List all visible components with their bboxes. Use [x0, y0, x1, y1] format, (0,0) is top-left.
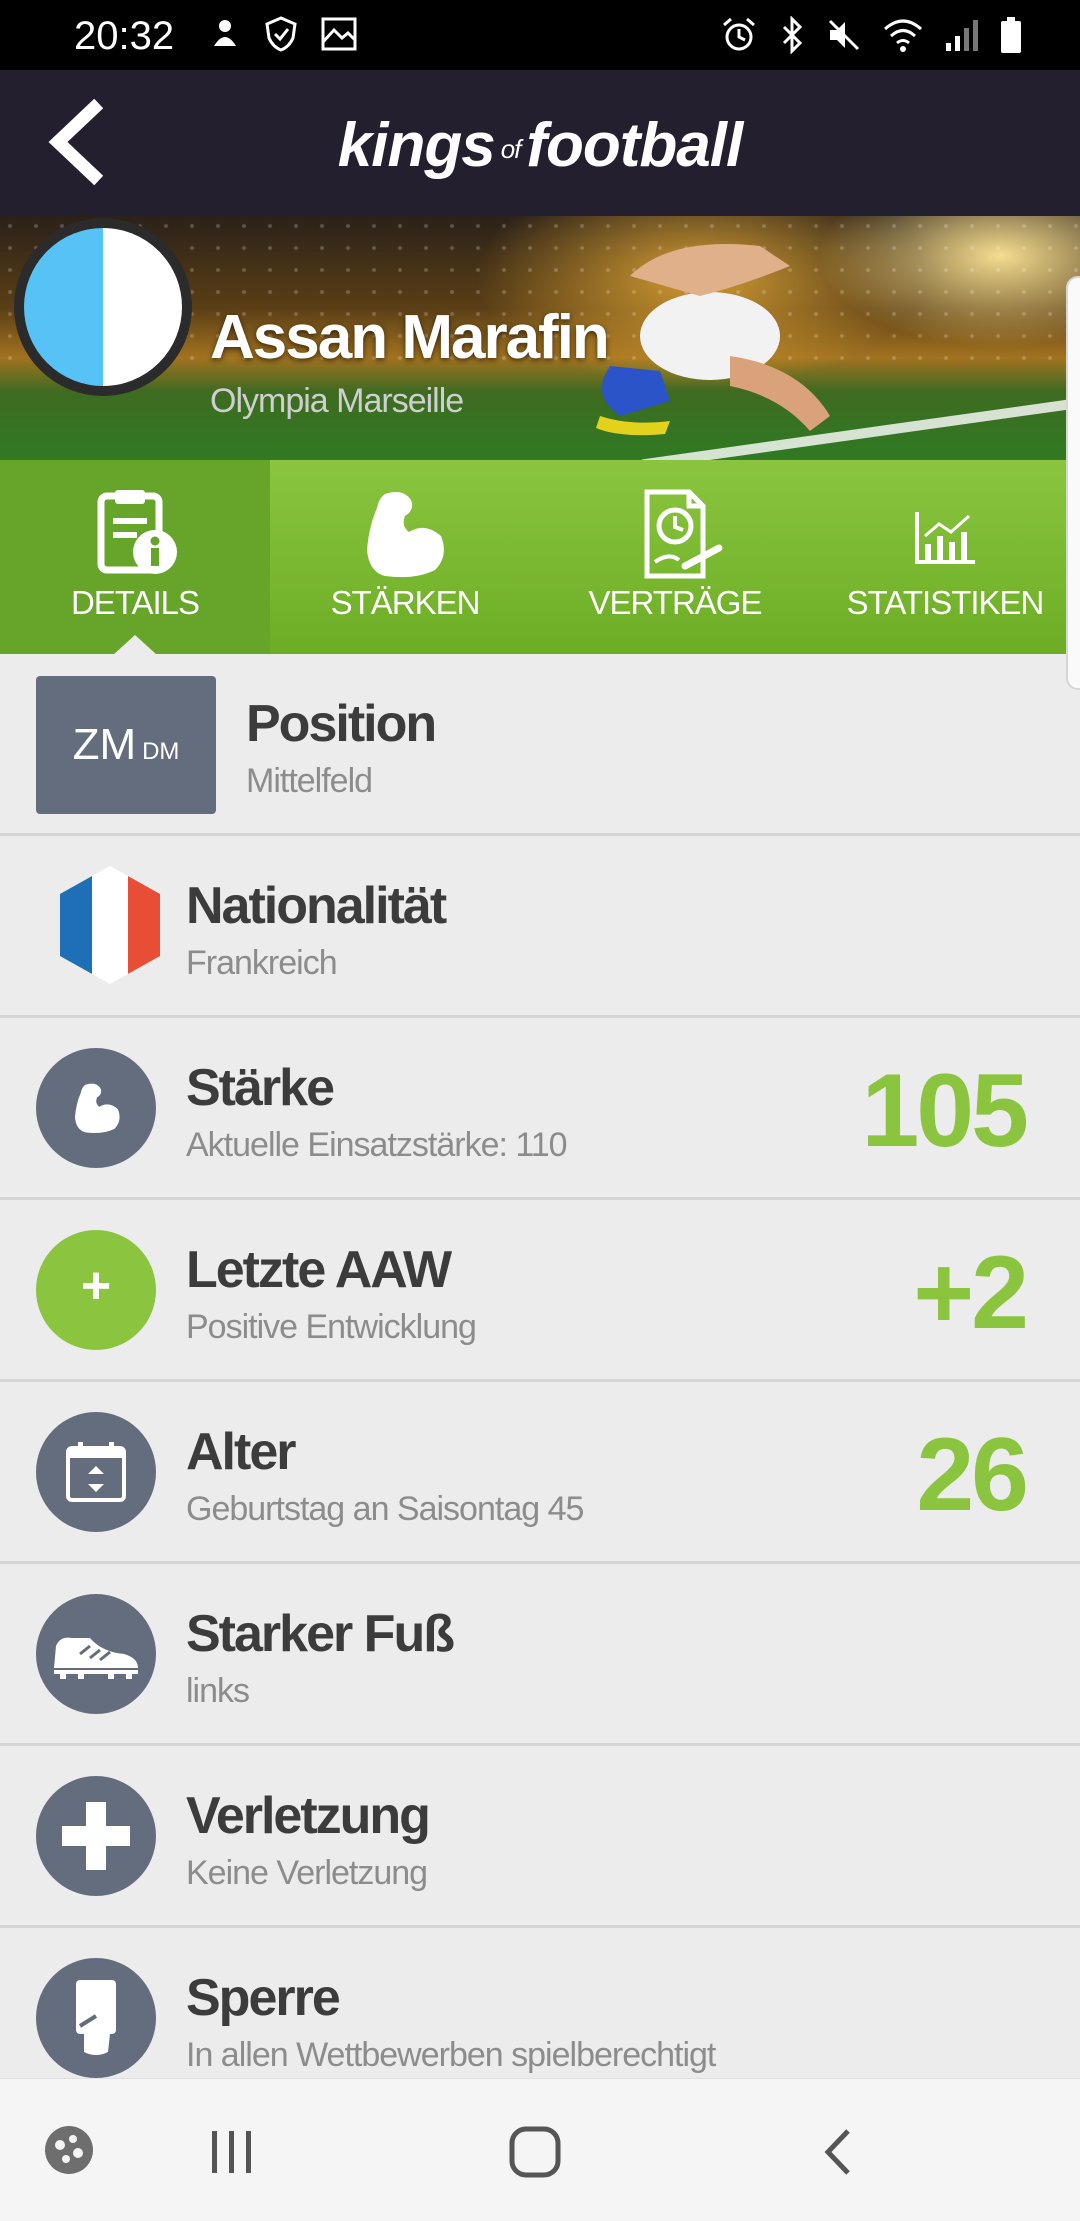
system-back-button[interactable] — [818, 2127, 858, 2182]
strength-title: Stärke — [186, 1059, 335, 1117]
list-item-strength[interactable]: Stärke Aktuelle Einsatzstärke: 110 105 — [0, 1018, 1080, 1200]
age-title: Alter — [186, 1423, 296, 1481]
tab-details[interactable]: DETAILS — [0, 460, 270, 655]
list-item-last-aaw[interactable]: + Letzte AAW Positive Entwicklung +2 — [0, 1200, 1080, 1382]
tab-staerken[interactable]: STÄRKEN — [270, 460, 540, 654]
shield-icon — [265, 16, 297, 52]
strong-foot-title: Starker Fuß — [186, 1605, 455, 1663]
position-badge: ZM DM — [36, 676, 216, 814]
nationality-subtitle: Frankreich — [186, 944, 338, 982]
strength-subtitle: Aktuelle Einsatzstärke: 110 — [186, 1126, 568, 1164]
tab-details-label: DETAILS — [70, 584, 200, 621]
gallery-icon — [321, 17, 357, 51]
position-title: Position — [246, 695, 437, 753]
alarm-icon — [723, 17, 755, 51]
side-scroll-handle[interactable] — [1066, 276, 1080, 690]
france-flag-icon — [60, 866, 160, 984]
strong-foot-subtitle: links — [186, 1672, 250, 1710]
player-name: Assan Marafin — [210, 303, 610, 372]
card-icon — [76, 1980, 116, 2055]
player-details-list: ZM DM Position Mittelfeld Nationalität Fr… — [0, 654, 1080, 2110]
age-value: 26 — [916, 1417, 1029, 1533]
nationality-title: Nationalität — [186, 877, 447, 935]
last-aaw-title: Letzte AAW — [186, 1241, 452, 1299]
ban-subtitle: In allen Wettbewerben spielberechtigt — [186, 2036, 716, 2074]
list-item-age[interactable]: Alter Geburtstag an Saisontag 45 26 — [0, 1382, 1080, 1564]
system-nav-bar — [0, 2078, 1080, 2221]
notification-icon — [214, 20, 236, 46]
details-icon — [97, 490, 177, 574]
wifi-icon — [884, 19, 922, 52]
back-icon — [824, 2129, 850, 2175]
calendar-icon — [66, 1442, 126, 1502]
home-icon — [509, 2126, 561, 2178]
bluetooth-icon — [782, 16, 803, 54]
ban-title: Sperre — [186, 1969, 341, 2027]
last-aaw-subtitle: Positive Entwicklung — [186, 1308, 477, 1346]
list-item-position[interactable]: ZM DM Position Mittelfeld — [0, 654, 1080, 836]
mute-icon — [828, 19, 860, 51]
recent-apps-button[interactable] — [208, 2129, 256, 2180]
game-launcher-icon — [45, 2126, 93, 2174]
tab-vertraege[interactable]: VERTRÄGE — [540, 460, 810, 654]
position-subtitle: Mittelfeld — [246, 762, 373, 800]
status-time: 20:32 — [74, 14, 175, 58]
statistics-icon — [915, 512, 975, 564]
muscle-icon — [74, 1083, 120, 1134]
muscle-icon — [367, 492, 444, 578]
tab-vertraege-label: VERTRÄGE — [588, 584, 763, 621]
list-item-strong-foot[interactable]: Starker Fuß links — [0, 1564, 1080, 1746]
player-club: Olympia Marseille — [210, 382, 464, 420]
list-item-nationality[interactable]: Nationalität Frankreich — [0, 836, 1080, 1018]
app-header: kings offootball — [0, 70, 1080, 216]
age-subtitle: Geburtstag an Saisontag 45 — [186, 1490, 584, 1528]
tab-statistiken[interactable]: STATISTIKEN — [810, 460, 1080, 654]
kings-of-football-logo: kings offootball — [337, 111, 743, 180]
recent-apps-icon — [212, 2131, 251, 2173]
list-item-injury[interactable]: Verletzung Keine Verletzung — [0, 1746, 1080, 1928]
club-crest-avatar — [14, 218, 192, 396]
strength-value: 105 — [861, 1053, 1029, 1169]
football-boot-icon — [54, 1637, 138, 1679]
status-bar: 20:32 — [0, 0, 1080, 70]
active-tab-indicator — [113, 635, 157, 655]
injury-subtitle: Keine Verletzung — [186, 1854, 428, 1892]
tab-staerken-label: STÄRKEN — [330, 584, 481, 621]
player-tabs: DETAILS STÄRKEN VERTRÄGE STATISTIKEN — [0, 460, 1080, 655]
hero-player-image — [596, 244, 830, 436]
contract-icon — [644, 489, 723, 579]
signal-icon — [946, 20, 978, 51]
injury-title: Verletzung — [186, 1787, 431, 1845]
medical-cross-icon — [62, 1802, 130, 1870]
home-button[interactable] — [508, 2125, 562, 2184]
battery-icon — [1001, 17, 1021, 53]
last-aaw-value: +2 — [913, 1235, 1029, 1351]
game-launcher-button[interactable] — [42, 2123, 96, 2182]
tab-statistiken-label: STATISTIKEN — [846, 584, 1045, 621]
plus-icon: + — [36, 1230, 156, 1350]
